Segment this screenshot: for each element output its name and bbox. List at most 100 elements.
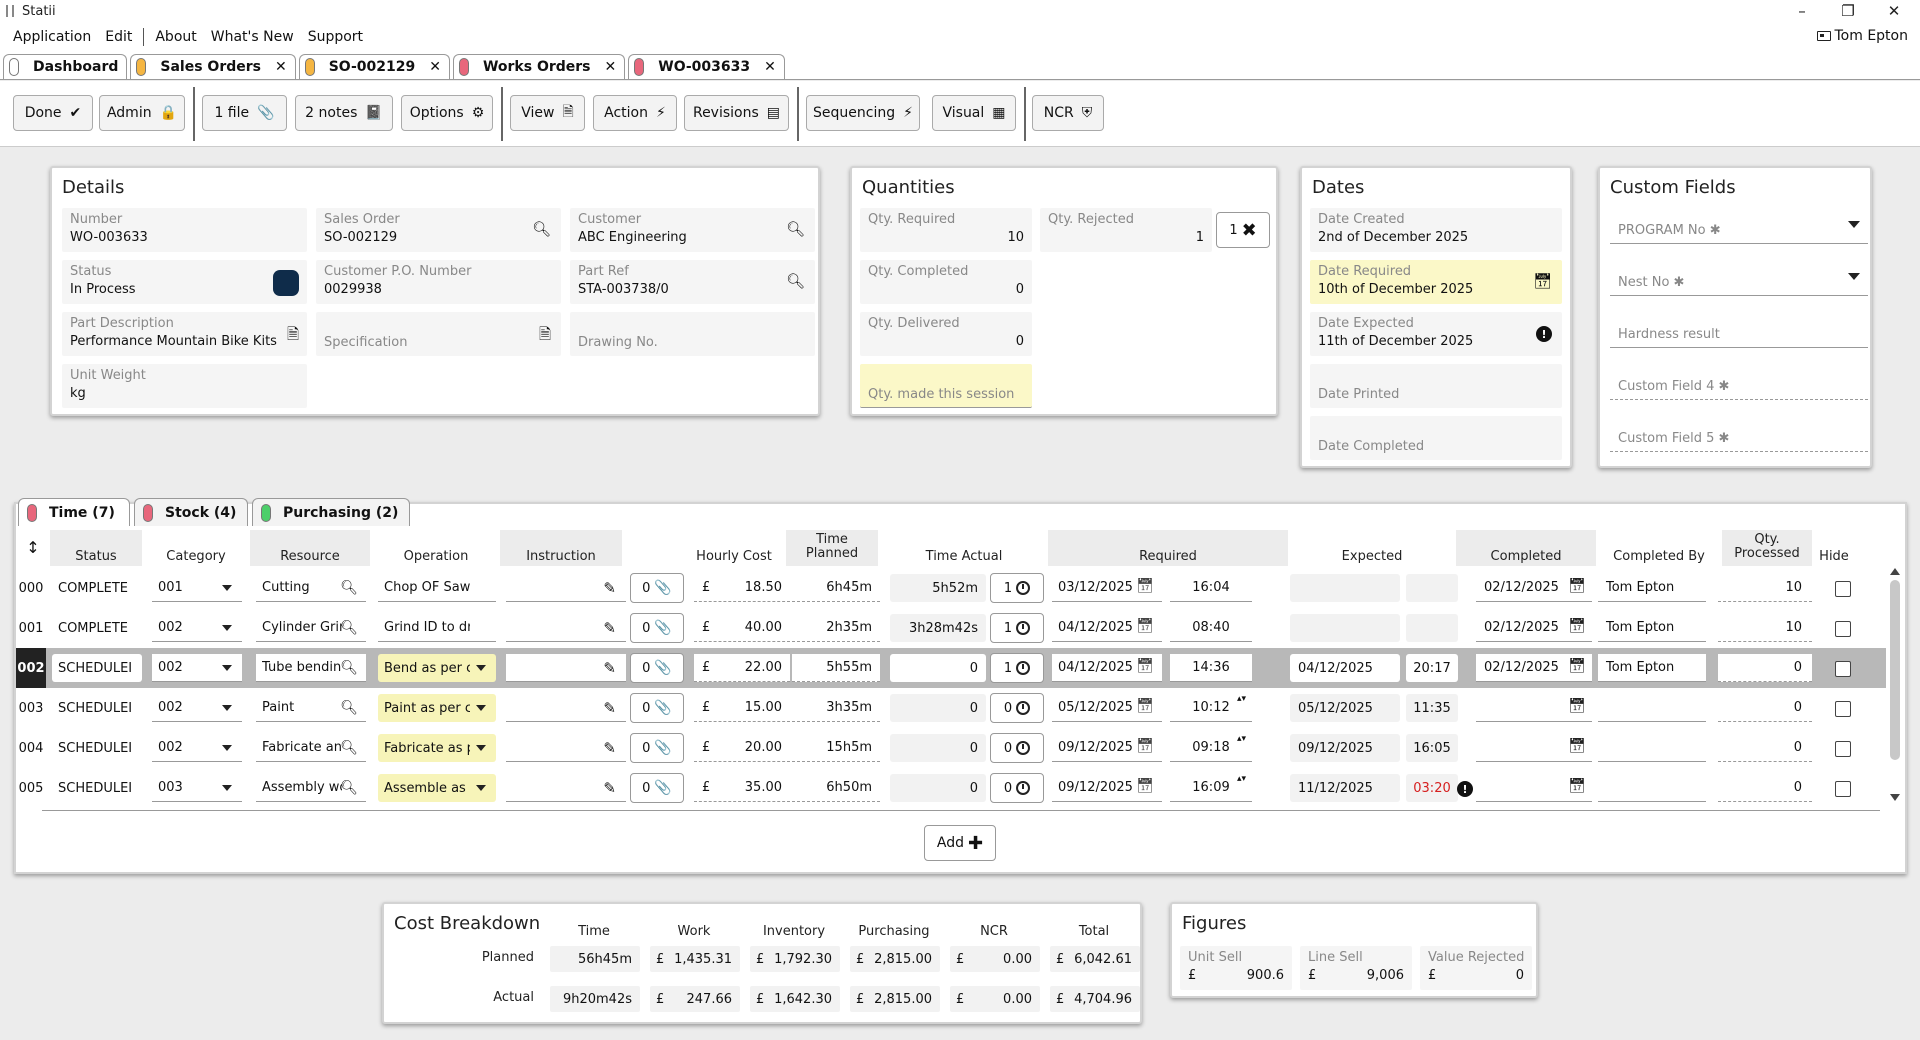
category-select[interactable]: 003 bbox=[152, 774, 242, 802]
table-scrollbar[interactable] bbox=[1888, 568, 1902, 808]
qty-processed-field[interactable]: 10 bbox=[1718, 574, 1812, 602]
required-time-field[interactable]: 16:04 bbox=[1170, 574, 1252, 602]
stepper-icon[interactable]: ▴▾ bbox=[1237, 735, 1246, 744]
pencil-icon[interactable]: ✎ bbox=[603, 579, 616, 597]
search-icon[interactable]: 🔍︎ bbox=[340, 780, 358, 796]
pencil-icon[interactable]: ✎ bbox=[603, 699, 616, 717]
qty-processed-field[interactable]: 0 bbox=[1718, 654, 1812, 682]
completed-date-field[interactable]: 02/12/2025 📅︎ bbox=[1476, 574, 1592, 602]
hide-checkbox[interactable] bbox=[1835, 581, 1851, 597]
notes-button[interactable]: 2 notes 📓 bbox=[295, 95, 393, 131]
attachments-button[interactable]: 0 📎 bbox=[630, 613, 684, 643]
instruction-field[interactable]: ✎ bbox=[506, 574, 626, 602]
required-date-field[interactable]: 04/12/2025 📅︎ bbox=[1052, 654, 1162, 682]
attachments-button[interactable]: 0 📎 bbox=[630, 573, 684, 603]
header-instruction[interactable]: Instruction bbox=[500, 530, 622, 566]
calendar-icon[interactable]: 📅︎ bbox=[1568, 618, 1586, 634]
hide-checkbox[interactable] bbox=[1835, 661, 1851, 677]
instruction-field[interactable]: ✎ bbox=[506, 614, 626, 642]
part-description-field[interactable]: Part Description Performance Mountain Bi… bbox=[62, 312, 307, 356]
time-planned-field[interactable]: 15h5m bbox=[792, 734, 880, 762]
minimize-button[interactable]: – bbox=[1782, 0, 1822, 22]
admin-button[interactable]: Admin 🔒 bbox=[99, 95, 185, 131]
drawing-no-field[interactable]: Drawing No. bbox=[570, 312, 815, 356]
header-qty-processed[interactable]: Qty. Processed bbox=[1722, 530, 1812, 566]
program-no-select[interactable]: PROGRAM No ✱ bbox=[1610, 208, 1868, 244]
qty-processed-field[interactable]: 10 bbox=[1718, 614, 1812, 642]
tab-purchasing[interactable]: Purchasing (2) bbox=[252, 498, 410, 526]
header-time-planned[interactable]: Time Planned bbox=[786, 530, 878, 566]
view-button[interactable]: View 🗎 bbox=[510, 95, 585, 131]
required-date-field[interactable]: 09/12/2025 📅︎ bbox=[1052, 734, 1162, 762]
operation-field[interactable]: Fabricate as p bbox=[378, 734, 496, 762]
header-status[interactable]: Status bbox=[50, 530, 142, 566]
completed-by-field[interactable]: Tom Epton bbox=[1598, 654, 1706, 682]
completed-by-field[interactable] bbox=[1598, 694, 1706, 722]
custom-field-4-input[interactable]: Custom Field 4 ✱ bbox=[1610, 364, 1868, 400]
operation-field[interactable]: Grind ID to draw bbox=[378, 614, 496, 642]
required-time-field[interactable]: 09:18 ▴▾ bbox=[1170, 734, 1252, 762]
resource-field[interactable]: Cutting 🔍︎ bbox=[256, 574, 366, 602]
calendar-icon[interactable]: 📅︎ bbox=[1568, 698, 1586, 714]
timer-button[interactable]: 1 bbox=[990, 653, 1044, 683]
specification-field[interactable]: Specification 🗎 bbox=[316, 312, 561, 356]
operation-field[interactable]: Paint as per c bbox=[378, 694, 496, 722]
completed-by-field[interactable]: Tom Epton bbox=[1598, 614, 1706, 642]
category-select[interactable]: 001 bbox=[152, 574, 242, 602]
search-icon[interactable]: 🔍︎ bbox=[786, 272, 805, 290]
attachments-button[interactable]: 0 📎 bbox=[630, 773, 684, 803]
attachments-button[interactable]: 0 📎 bbox=[630, 733, 684, 763]
attachments-button[interactable]: 0 📎 bbox=[630, 653, 684, 683]
required-date-field[interactable]: 09/12/2025 📅︎ bbox=[1052, 774, 1162, 802]
instruction-field[interactable]: ✎ bbox=[506, 734, 626, 762]
close-tab-icon[interactable]: ✕ bbox=[275, 59, 287, 75]
resource-field[interactable]: Cylinder Grin 🔍︎ bbox=[256, 614, 366, 642]
calendar-icon[interactable]: 📅︎ bbox=[1136, 618, 1154, 634]
hourly-cost-field[interactable]: £40.00 bbox=[694, 614, 790, 642]
qty-processed-field[interactable]: 0 bbox=[1718, 774, 1812, 802]
table-row[interactable]: 000 COMPLETE 001 Cutting 🔍︎ Chop OF Saw ✎ 0 📎 £18… bbox=[16, 568, 1886, 608]
time-planned-field[interactable]: 3h35m bbox=[792, 694, 880, 722]
completed-by-field[interactable] bbox=[1598, 734, 1706, 762]
revisions-button[interactable]: Revisions ▤ bbox=[684, 95, 789, 131]
calendar-icon[interactable]: 📅︎ bbox=[1568, 658, 1586, 674]
close-tab-icon[interactable]: ✕ bbox=[764, 59, 776, 75]
timer-button[interactable]: 0 bbox=[990, 693, 1044, 723]
timer-button[interactable]: 0 bbox=[990, 773, 1044, 803]
attachments-button[interactable]: 0 📎 bbox=[630, 693, 684, 723]
status-cell[interactable]: COMPLETE bbox=[52, 574, 142, 602]
menu-support[interactable]: Support bbox=[301, 29, 370, 45]
customer-field[interactable]: Customer ABC Engineering 🔍︎ bbox=[570, 208, 815, 252]
files-button[interactable]: 1 file 📎 bbox=[202, 95, 287, 131]
tab-sales-orders[interactable]: Sales Orders ✕ bbox=[130, 54, 296, 79]
header-operation[interactable]: Operation bbox=[374, 530, 498, 566]
table-row[interactable]: 005 SCHEDULEI 003 Assembly wc 🔍︎ Assemble as ✎… bbox=[16, 768, 1886, 808]
required-time-field[interactable]: 16:09 ▴▾ bbox=[1170, 774, 1252, 802]
table-row[interactable]: 002 SCHEDULEI 002 Tube bendin 🔍︎ Bend as per … bbox=[16, 648, 1886, 688]
header-category[interactable]: Category bbox=[146, 530, 246, 566]
table-row[interactable]: 004 SCHEDULEI 002 Fabricate an 🔍︎ Fabricate a… bbox=[16, 728, 1886, 768]
timer-button[interactable]: 0 bbox=[990, 733, 1044, 763]
instruction-field[interactable]: ✎ bbox=[506, 774, 626, 802]
search-icon[interactable]: 🔍︎ bbox=[340, 660, 358, 676]
status-color-swatch[interactable] bbox=[273, 270, 299, 296]
date-required-field[interactable]: Date Required 10th of December 2025 📅︎ bbox=[1310, 260, 1562, 304]
search-icon[interactable]: 🔍︎ bbox=[532, 220, 551, 238]
tab-wo-003633[interactable]: WO-003633 ✕ bbox=[628, 54, 785, 79]
time-planned-field[interactable]: 6h50m bbox=[792, 774, 880, 802]
resource-field[interactable]: Assembly wc 🔍︎ bbox=[256, 774, 366, 802]
search-icon[interactable]: 🔍︎ bbox=[340, 620, 358, 636]
restore-button[interactable]: ❐ bbox=[1828, 0, 1868, 22]
resource-field[interactable]: Tube bendin 🔍︎ bbox=[256, 654, 366, 682]
stepper-icon[interactable]: ▴▾ bbox=[1237, 775, 1246, 784]
required-time-field[interactable]: 14:36 bbox=[1170, 654, 1252, 682]
hardness-result-input[interactable]: Hardness result bbox=[1610, 312, 1868, 348]
menu-edit[interactable]: Edit bbox=[98, 29, 139, 45]
menu-application[interactable]: Application bbox=[6, 29, 98, 45]
status-cell[interactable]: SCHEDULEI bbox=[52, 694, 142, 722]
search-icon[interactable]: 🔍︎ bbox=[340, 700, 358, 716]
sales-order-field[interactable]: Sales Order SO-002129 🔍︎ bbox=[316, 208, 561, 252]
status-cell[interactable]: COMPLETE bbox=[52, 614, 142, 642]
required-date-field[interactable]: 03/12/2025 📅︎ bbox=[1052, 574, 1162, 602]
custom-field-5-input[interactable]: Custom Field 5 ✱ bbox=[1610, 416, 1868, 452]
